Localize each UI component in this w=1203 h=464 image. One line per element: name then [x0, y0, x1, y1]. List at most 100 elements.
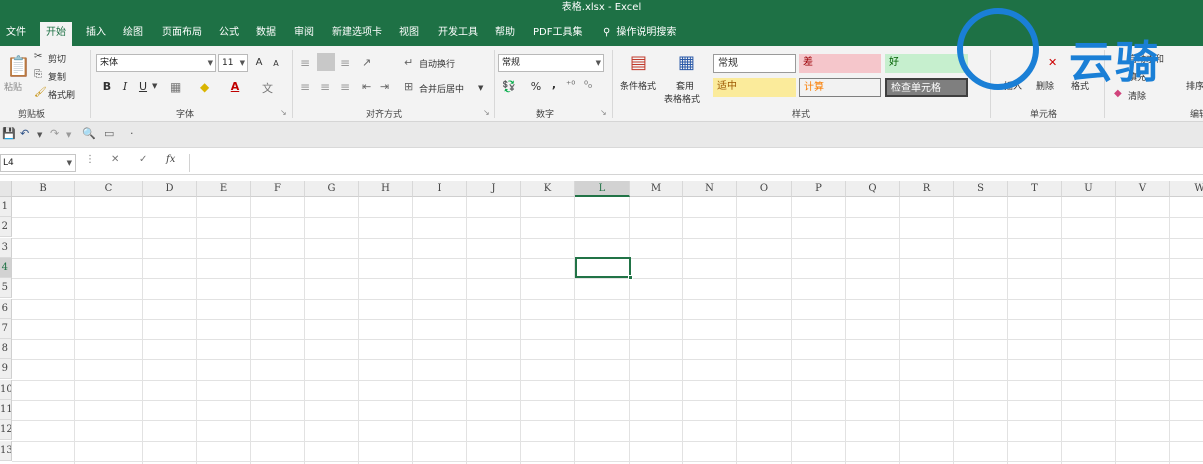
row-header[interactable]: 10: [0, 380, 12, 400]
format-painter-button[interactable]: 格式刷: [48, 88, 75, 101]
undo-icon[interactable]: ↶: [20, 127, 29, 140]
currency-icon[interactable]: 💱: [502, 80, 516, 93]
column-header[interactable]: G: [305, 181, 359, 197]
column-header[interactable]: W: [1170, 181, 1203, 197]
row-header[interactable]: 6: [0, 299, 12, 319]
grow-font-button[interactable]: A: [251, 55, 267, 71]
row-header[interactable]: 2: [0, 217, 12, 237]
chevron-down-icon[interactable]: ▼: [152, 82, 157, 90]
tab-draw[interactable]: 绘图: [117, 22, 149, 46]
paste-icon[interactable]: 📋: [6, 54, 31, 78]
insert-function-button[interactable]: fx: [166, 154, 175, 165]
phonetic-icon[interactable]: 文: [262, 80, 273, 96]
row-header[interactable]: 4: [0, 258, 12, 278]
conditional-formatting-button[interactable]: 条件格式: [620, 79, 656, 92]
screen-icon[interactable]: ▭: [104, 127, 114, 140]
comma-button[interactable]: ,: [546, 77, 562, 93]
column-header[interactable]: F: [251, 181, 305, 197]
shrink-font-button[interactable]: A: [268, 56, 284, 72]
align-right-icon[interactable]: ≡: [340, 80, 350, 94]
tab-view[interactable]: 视图: [393, 22, 425, 46]
column-header[interactable]: U: [1062, 181, 1116, 197]
style-bad[interactable]: 差: [799, 54, 881, 73]
tab-new-tab[interactable]: 新建选项卡: [326, 22, 388, 46]
column-header[interactable]: C: [75, 181, 143, 197]
name-box[interactable]: L4 ▼: [0, 154, 76, 172]
increase-decimal-icon[interactable]: ⁺⁰: [566, 80, 575, 91]
dialog-launcher-icon[interactable]: ↘: [600, 108, 607, 117]
wrap-text-button[interactable]: 自动换行: [419, 57, 455, 70]
row-header[interactable]: 11: [0, 400, 12, 420]
column-header[interactable]: M: [630, 181, 683, 197]
increase-indent-icon[interactable]: ⇥: [380, 80, 389, 93]
font-size-select[interactable]: 11 ▼: [218, 54, 248, 72]
column-header[interactable]: L: [575, 181, 630, 197]
format-as-table-line1[interactable]: 套用: [676, 79, 694, 92]
copy-button[interactable]: 复制: [48, 70, 66, 83]
tab-file[interactable]: 文件: [0, 22, 32, 46]
dialog-launcher-icon[interactable]: ↘: [483, 108, 490, 117]
column-header[interactable]: Q: [846, 181, 900, 197]
print-preview-icon[interactable]: 🔍: [82, 127, 96, 140]
row-header[interactable]: 5: [0, 278, 12, 298]
font-name-select[interactable]: 宋体 ▼: [96, 54, 216, 72]
chevron-down-icon[interactable]: ▼: [478, 84, 483, 92]
tab-page-layout[interactable]: 页面布局: [156, 22, 208, 46]
percent-button[interactable]: %: [528, 79, 544, 95]
style-normal[interactable]: 常规: [713, 54, 796, 73]
chevron-down-icon[interactable]: ▼: [37, 131, 42, 139]
column-header[interactable]: T: [1008, 181, 1062, 197]
number-format-select[interactable]: 常规 ▼: [498, 54, 604, 72]
align-center-icon[interactable]: ≡: [320, 80, 330, 94]
column-header[interactable]: P: [792, 181, 846, 197]
tab-pdf-tools[interactable]: PDF工具集: [527, 22, 588, 46]
tell-me-search[interactable]: ⚲ 操作说明搜索: [597, 22, 682, 46]
column-header[interactable]: K: [521, 181, 575, 197]
column-header[interactable]: N: [683, 181, 737, 197]
decrease-indent-icon[interactable]: ⇤: [362, 80, 371, 93]
chevron-down-icon[interactable]: ▼: [66, 131, 71, 139]
tab-data[interactable]: 数据: [250, 22, 282, 46]
formula-input[interactable]: [189, 154, 1203, 172]
save-icon[interactable]: 💾: [2, 127, 16, 140]
paste-label[interactable]: 粘贴: [4, 80, 22, 93]
font-color-button[interactable]: A: [227, 79, 243, 95]
style-calculation[interactable]: 计算: [799, 78, 881, 97]
align-middle-icon[interactable]: [317, 53, 335, 71]
decrease-decimal-icon[interactable]: ⁰₀: [584, 80, 592, 91]
row-header[interactable]: 3: [0, 238, 12, 258]
tab-home[interactable]: 开始: [40, 22, 72, 46]
border-icon[interactable]: ▦: [170, 80, 181, 94]
column-header[interactable]: J: [467, 181, 521, 197]
style-neutral[interactable]: 适中: [713, 78, 796, 97]
row-header[interactable]: 7: [0, 319, 12, 339]
row-header[interactable]: 12: [0, 420, 12, 440]
tab-developer[interactable]: 开发工具: [432, 22, 484, 46]
column-header[interactable]: S: [954, 181, 1008, 197]
tab-insert[interactable]: 插入: [80, 22, 112, 46]
cut-button[interactable]: 剪切: [48, 52, 66, 65]
column-header[interactable]: H: [359, 181, 413, 197]
column-header[interactable]: I: [413, 181, 467, 197]
column-header[interactable]: E: [197, 181, 251, 197]
column-header[interactable]: B: [12, 181, 75, 197]
orientation-icon[interactable]: ↗: [362, 56, 371, 69]
merge-center-button[interactable]: 合并后居中: [419, 82, 464, 95]
enter-icon[interactable]: ✓: [139, 154, 147, 165]
tab-help[interactable]: 帮助: [489, 22, 521, 46]
customize-toolbar-icon[interactable]: ·: [130, 127, 134, 140]
style-check-cell[interactable]: 检查单元格: [885, 78, 968, 97]
select-all-corner[interactable]: [0, 181, 12, 197]
row-header[interactable]: 9: [0, 359, 12, 379]
column-header[interactable]: R: [900, 181, 954, 197]
format-as-table-line2[interactable]: 表格格式: [664, 92, 700, 105]
column-header[interactable]: O: [737, 181, 792, 197]
tab-review[interactable]: 审阅: [288, 22, 320, 46]
tab-formulas[interactable]: 公式: [213, 22, 245, 46]
fill-color-icon[interactable]: ◆: [200, 80, 209, 94]
dialog-launcher-icon[interactable]: ↘: [280, 108, 287, 117]
column-header[interactable]: V: [1116, 181, 1170, 197]
align-left-icon[interactable]: ≡: [300, 80, 310, 94]
row-header[interactable]: 13: [0, 441, 12, 461]
row-header[interactable]: 8: [0, 339, 12, 359]
